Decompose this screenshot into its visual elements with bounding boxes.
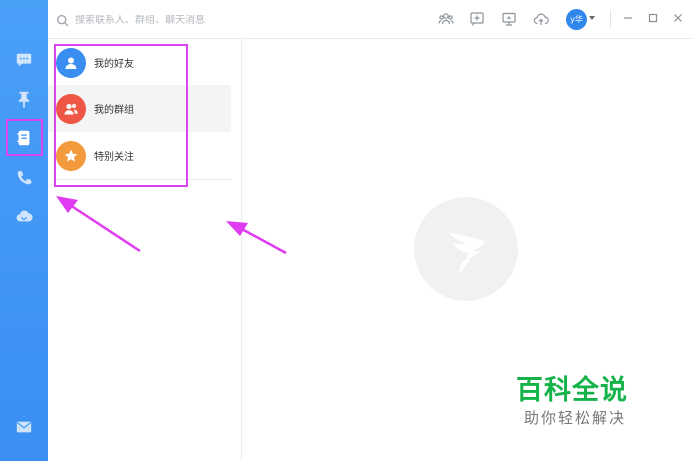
contacts-list-panel: 我的好友 我的群组 特别关注 [48, 39, 242, 461]
cloud-upload-icon[interactable] [533, 11, 549, 27]
chat-icon[interactable] [12, 48, 36, 72]
top-header: y华 [48, 0, 692, 39]
dingtalk-logo-icon [444, 231, 486, 276]
user-avatar[interactable]: y华 [566, 9, 587, 30]
screen-share-icon[interactable] [501, 11, 517, 27]
watermark-subtitle: 助你轻松解决 [524, 409, 627, 427]
watermark-title: 百科全说 [516, 375, 628, 406]
cloud-icon[interactable] [12, 204, 36, 228]
pin-icon[interactable] [12, 87, 36, 111]
chevron-down-icon[interactable] [589, 16, 595, 20]
header-divider [610, 10, 611, 28]
search-icon [56, 14, 69, 26]
contacts-menu-highlight-box [54, 44, 188, 187]
contacts-highlight-box [6, 119, 43, 156]
minimize-icon[interactable] [622, 12, 634, 24]
search-input[interactable] [75, 14, 275, 26]
mail-icon[interactable] [12, 415, 36, 439]
group-manage-icon[interactable] [438, 11, 454, 27]
maximize-icon[interactable] [647, 12, 659, 24]
new-chat-icon[interactable] [469, 11, 485, 27]
nav-rail [0, 0, 48, 461]
search-bar[interactable] [56, 11, 275, 29]
app-logo-placeholder [414, 197, 518, 301]
close-icon[interactable] [672, 12, 684, 24]
phone-icon[interactable] [12, 166, 36, 190]
